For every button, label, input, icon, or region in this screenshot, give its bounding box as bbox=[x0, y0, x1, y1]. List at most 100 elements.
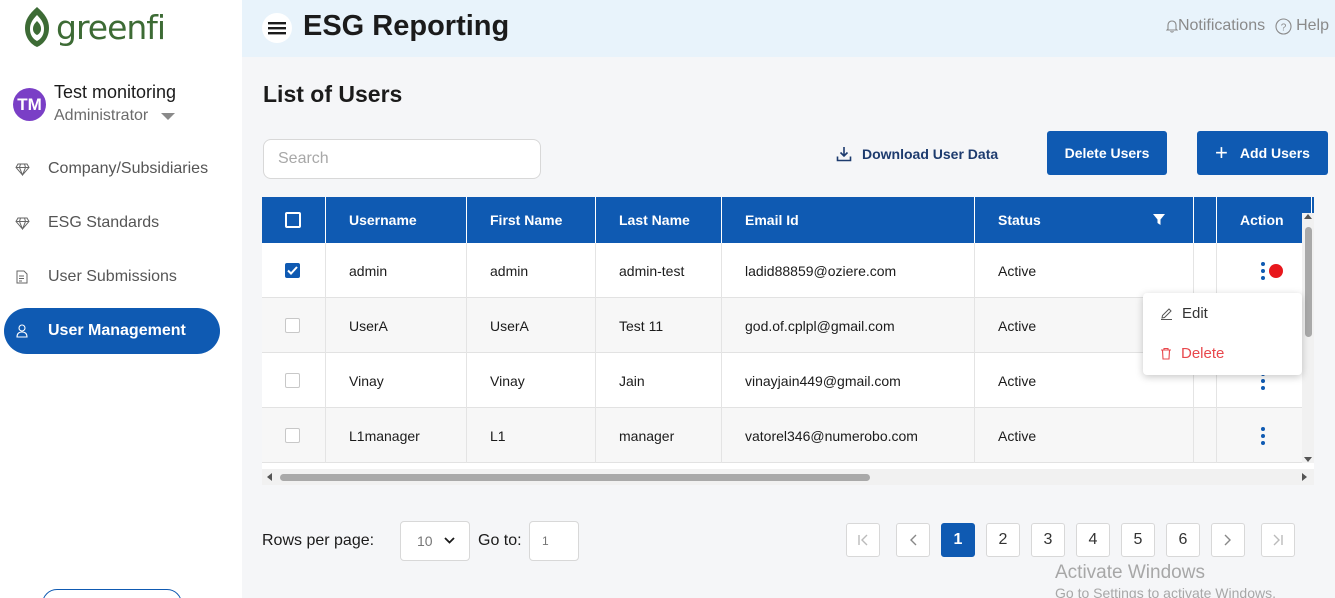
row-checkbox[interactable] bbox=[285, 428, 300, 443]
sidebar-item-user-management[interactable]: User Management bbox=[4, 308, 220, 354]
cell-spacer bbox=[1194, 243, 1217, 298]
page-button-2[interactable]: 2 bbox=[986, 523, 1020, 557]
search-input[interactable] bbox=[263, 139, 541, 179]
select-all-checkbox[interactable] bbox=[285, 212, 301, 228]
diamond-icon bbox=[14, 161, 30, 177]
more-actions-icon[interactable] bbox=[1258, 424, 1268, 448]
cell-action bbox=[1217, 243, 1312, 298]
sidebar-item-label: Company/Subsidiaries bbox=[48, 160, 209, 177]
chevron-right-icon bbox=[1224, 534, 1231, 546]
table-header-row: Username First Name Last Name Email Id S… bbox=[262, 197, 1314, 243]
top-header: ESG Reporting Notifications ? Help bbox=[242, 0, 1335, 57]
goto-page-input[interactable] bbox=[529, 521, 579, 561]
column-header-first-name[interactable]: First Name bbox=[467, 197, 596, 243]
column-header-action: Action bbox=[1217, 197, 1312, 243]
cell-action bbox=[1217, 408, 1312, 463]
scroll-right-arrow-icon[interactable] bbox=[1302, 473, 1308, 481]
row-checkbox[interactable] bbox=[285, 263, 300, 278]
row-checkbox[interactable] bbox=[285, 318, 300, 333]
greenfi-logo-icon bbox=[25, 7, 49, 47]
rows-per-page-select[interactable]: 10 bbox=[400, 521, 470, 561]
more-actions-icon[interactable] bbox=[1258, 259, 1268, 283]
cell-last-name: manager bbox=[596, 408, 722, 463]
delete-menu-item[interactable]: Delete bbox=[1160, 345, 1224, 362]
bell-icon bbox=[1165, 20, 1178, 33]
windows-activation-watermark: Activate Windows bbox=[1055, 562, 1205, 583]
page-button-1[interactable]: 1 bbox=[941, 523, 975, 557]
rows-per-page-value: 10 bbox=[417, 533, 433, 549]
profile-name: Test monitoring bbox=[54, 82, 177, 102]
download-label: Download User Data bbox=[862, 146, 999, 162]
column-header-last-name[interactable]: Last Name bbox=[596, 197, 722, 243]
cell-first-name: UserA bbox=[467, 298, 596, 353]
prev-page-button[interactable] bbox=[896, 523, 930, 557]
cell-username: admin bbox=[326, 243, 467, 298]
page-button-6[interactable]: 6 bbox=[1166, 523, 1200, 557]
trash-icon bbox=[1161, 347, 1171, 360]
chevron-down-icon bbox=[444, 537, 455, 544]
horizontal-scrollbar[interactable] bbox=[262, 469, 1314, 485]
cell-last-name: Jain bbox=[596, 353, 722, 408]
first-page-icon bbox=[858, 534, 868, 546]
cell-email: god.of.cplpl@gmail.com bbox=[722, 298, 975, 353]
table-row[interactable]: L1manager L1 manager vatorel346@numerobo… bbox=[262, 408, 1314, 463]
delete-label: Delete bbox=[1181, 345, 1225, 362]
cursor-indicator-dot bbox=[1269, 264, 1283, 278]
download-user-data-link[interactable]: Download User Data bbox=[836, 144, 998, 164]
vertical-scrollbar[interactable] bbox=[1302, 213, 1314, 463]
caret-down-icon bbox=[161, 112, 176, 120]
cell-first-name: L1 bbox=[467, 408, 596, 463]
sidebar-bottom-button[interactable] bbox=[42, 589, 182, 598]
help-circle-icon: ? bbox=[1275, 17, 1292, 35]
notifications-label: Notifications bbox=[1177, 17, 1266, 34]
sidebar-item-company-subsidiaries[interactable]: Company/Subsidiaries bbox=[4, 146, 220, 192]
goto-label: Go to: bbox=[478, 532, 522, 549]
filter-icon[interactable] bbox=[1153, 214, 1165, 225]
table-row[interactable]: admin admin admin-test ladid88859@oziere… bbox=[262, 243, 1314, 298]
svg-text:?: ? bbox=[1281, 22, 1287, 33]
last-page-button[interactable] bbox=[1261, 523, 1295, 557]
scroll-down-arrow-icon[interactable] bbox=[1304, 457, 1312, 463]
page-title: List of Users bbox=[263, 81, 403, 107]
plus-icon: + bbox=[1215, 140, 1228, 165]
add-users-button[interactable]: + Add Users bbox=[1197, 131, 1328, 175]
avatar: TM bbox=[13, 88, 46, 121]
sidebar-item-user-submissions[interactable]: User Submissions bbox=[4, 254, 220, 300]
row-checkbox[interactable] bbox=[285, 373, 300, 388]
help-link[interactable]: ? Help bbox=[1275, 17, 1329, 35]
first-page-button[interactable] bbox=[846, 523, 880, 557]
page-button-5[interactable]: 5 bbox=[1121, 523, 1155, 557]
scroll-up-arrow-icon[interactable] bbox=[1304, 213, 1312, 219]
menu-button[interactable] bbox=[262, 13, 292, 43]
diamond-icon bbox=[14, 215, 30, 231]
next-page-button[interactable] bbox=[1211, 523, 1245, 557]
delete-users-button[interactable]: Delete Users bbox=[1047, 131, 1167, 175]
app-root: greenfi TM Test monitoring Administrator… bbox=[0, 0, 1335, 598]
column-header-status[interactable]: Status bbox=[975, 197, 1194, 243]
row-action-menu: Edit Delete bbox=[1143, 293, 1302, 375]
cell-username: L1manager bbox=[326, 408, 467, 463]
sidebar-item-label: User Submissions bbox=[48, 268, 177, 285]
brand-name: greenfi bbox=[56, 7, 166, 47]
user-profile[interactable]: TM Test monitoring Administrator bbox=[13, 82, 176, 125]
vertical-scroll-thumb[interactable] bbox=[1305, 227, 1312, 337]
column-header-username[interactable]: Username bbox=[326, 197, 467, 243]
edit-menu-item[interactable]: Edit bbox=[1160, 305, 1208, 322]
cell-last-name: admin-test bbox=[596, 243, 722, 298]
status-header-label: Status bbox=[998, 212, 1041, 228]
rows-per-page-label: Rows per page: bbox=[262, 532, 375, 549]
page-button-3[interactable]: 3 bbox=[1031, 523, 1065, 557]
column-header-email[interactable]: Email Id bbox=[722, 197, 975, 243]
horizontal-scroll-thumb[interactable] bbox=[280, 474, 870, 481]
page-button-4[interactable]: 4 bbox=[1076, 523, 1110, 557]
help-label: Help bbox=[1296, 17, 1329, 34]
notifications-link[interactable]: Notifications bbox=[1165, 17, 1266, 35]
sidebar-item-esg-standards[interactable]: ESG Standards bbox=[4, 200, 220, 246]
profile-role-selector[interactable]: Administrator bbox=[54, 107, 176, 125]
profile-role: Administrator bbox=[54, 107, 149, 124]
scroll-left-arrow-icon[interactable] bbox=[266, 473, 272, 481]
add-users-label: Add Users bbox=[1239, 145, 1310, 161]
brand-logo[interactable]: greenfi bbox=[22, 6, 166, 48]
user-icon bbox=[14, 323, 30, 339]
cell-email: ladid88859@oziere.com bbox=[722, 243, 975, 298]
